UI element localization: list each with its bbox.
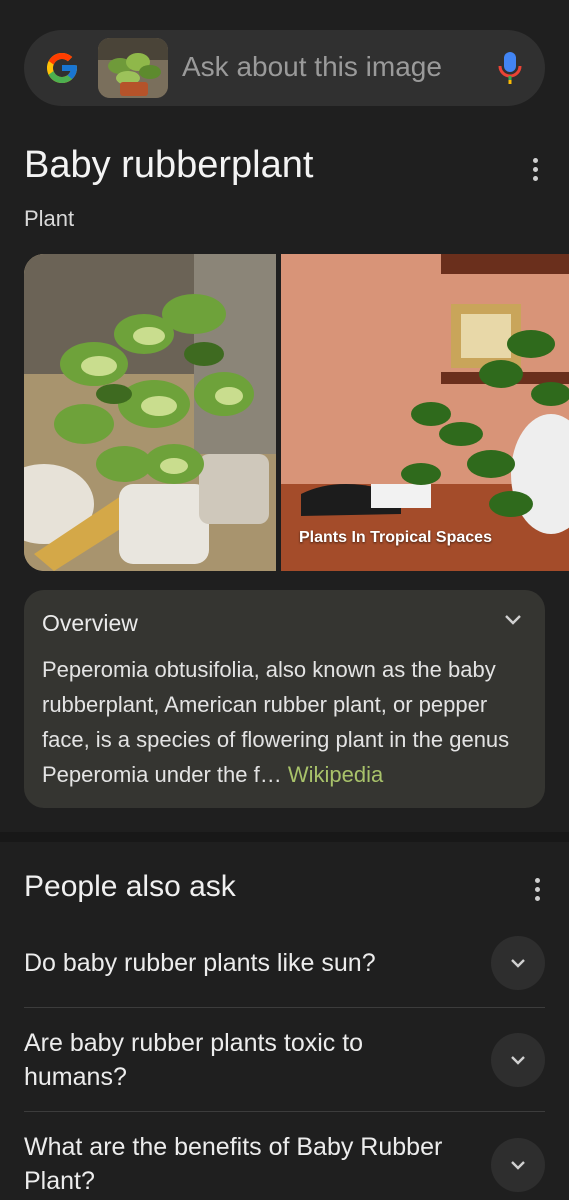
question-text: What are the benefits of Baby Rubber Pla…: [24, 1133, 443, 1195]
question-separator: [24, 1007, 545, 1008]
image-caption: Plants In Tropical Spaces: [299, 529, 492, 546]
chevron-down-icon: [511, 959, 525, 968]
chevron-down-icon: [511, 1056, 525, 1065]
result-subtitle: Plant: [24, 206, 75, 231]
question-row[interactable]: Are baby rubber plants toxic to humans?: [24, 1024, 545, 1112]
question-text: Do baby rubber plants like sun?: [24, 949, 376, 977]
expand-question-button[interactable]: [491, 936, 545, 990]
people-also-ask-title: People also ask: [24, 870, 236, 903]
question-separator: [24, 1111, 545, 1112]
chevron-down-icon[interactable]: [503, 610, 523, 630]
overview-card[interactable]: Overview Peperomia obtusifolia, also kno…: [24, 590, 545, 808]
search-input[interactable]: Ask about this image: [182, 51, 442, 83]
question-row[interactable]: What are the benefits of Baby Rubber Pla…: [24, 1128, 545, 1200]
query-image-thumbnail[interactable]: [98, 38, 168, 98]
overview-title: Overview: [42, 610, 138, 636]
google-logo-icon: [47, 53, 77, 83]
chevron-down-icon: [511, 1161, 525, 1170]
result-title: Baby rubberplant: [24, 144, 314, 186]
microphone-icon[interactable]: [496, 50, 524, 86]
question-row[interactable]: Do baby rubber plants like sun?: [24, 936, 545, 1008]
expand-question-button[interactable]: [491, 1033, 545, 1087]
more-options-icon[interactable]: [531, 158, 539, 182]
more-options-icon[interactable]: [533, 878, 541, 902]
expand-question-button[interactable]: [491, 1138, 545, 1192]
section-divider: [0, 832, 569, 842]
overview-description: Peperomia obtusifolia, also known as the…: [42, 657, 510, 787]
search-bar[interactable]: Ask about this image: [24, 30, 545, 106]
wikipedia-link[interactable]: Wikipedia: [288, 762, 383, 787]
question-text: Are baby rubber plants toxic to humans?: [24, 1029, 364, 1091]
overview-text: Peperomia obtusifolia, also known as the…: [42, 652, 534, 792]
plant-image-1[interactable]: [24, 254, 276, 571]
plant-image-2[interactable]: Plants In Tropical Spaces: [281, 254, 569, 571]
